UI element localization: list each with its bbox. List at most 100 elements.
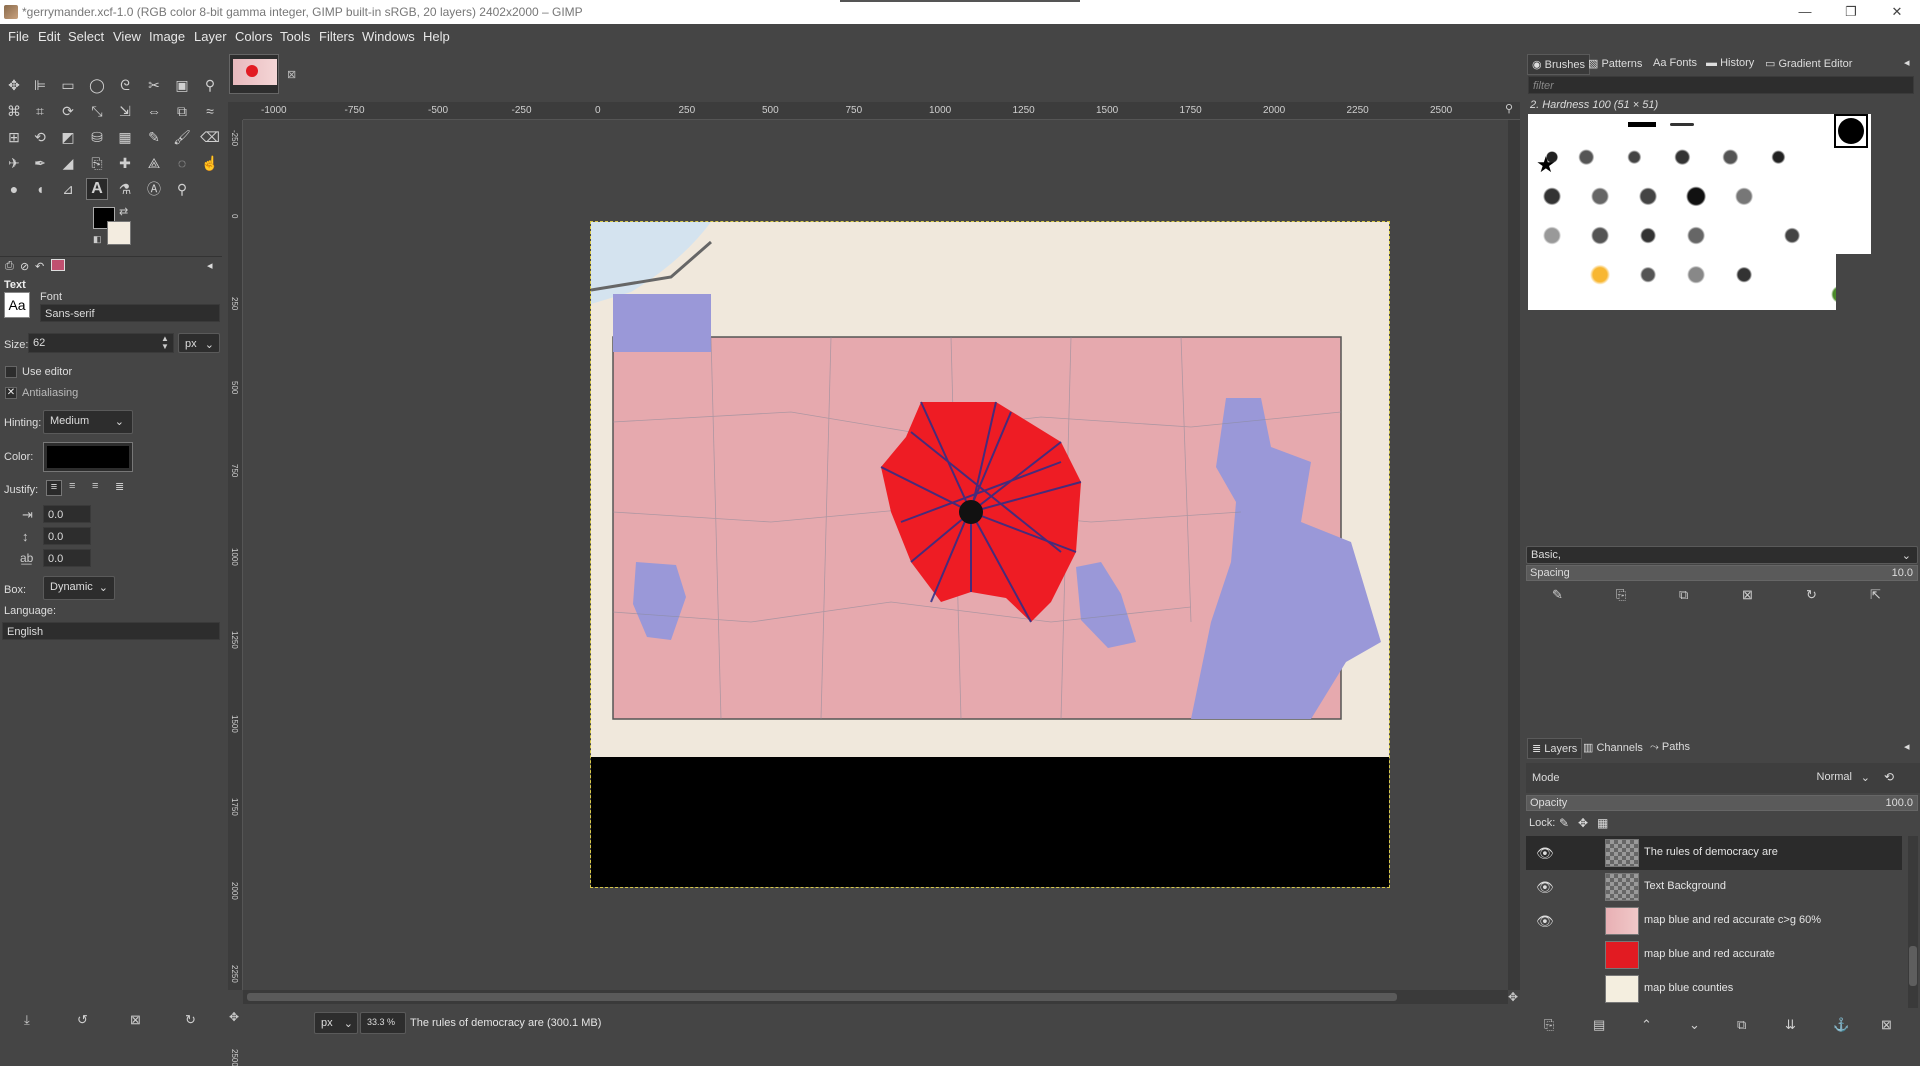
- antialiasing-checkbox[interactable]: ✕: [5, 387, 17, 399]
- text-tool-icon[interactable]: A: [86, 178, 108, 200]
- merge-layer-icon[interactable]: ⇊: [1785, 1017, 1796, 1033]
- layer-row[interactable]: map blue and red accurate: [1526, 938, 1902, 972]
- menu-colors[interactable]: Colors: [235, 29, 273, 44]
- menu-filters[interactable]: Filters: [319, 29, 354, 44]
- delete-options-icon[interactable]: ⊠: [130, 1012, 141, 1028]
- unified-transform-icon[interactable]: ⟲: [29, 126, 51, 148]
- opacity-slider[interactable]: Opacity 100.0: [1526, 795, 1918, 811]
- configure-dock-icon[interactable]: ◂: [1904, 56, 1910, 69]
- navigate-icon[interactable]: ✥: [229, 1010, 239, 1024]
- justify-left-icon[interactable]: ≡: [46, 480, 62, 496]
- zoom-lock-icon[interactable]: ⚲: [1505, 102, 1513, 115]
- scale-tool-icon[interactable]: ⤡: [86, 100, 108, 122]
- use-editor-checkbox[interactable]: [5, 366, 17, 378]
- justify-right-icon[interactable]: ≡: [69, 480, 75, 492]
- menu-select[interactable]: Select: [68, 29, 104, 44]
- new-layer-icon[interactable]: ⎘: [1544, 1017, 1554, 1033]
- tab-patterns[interactable]: ▧ Patterns: [1584, 54, 1646, 73]
- justify-center-icon[interactable]: ≡: [92, 480, 98, 492]
- ink-tool-icon[interactable]: ✒: [29, 152, 51, 174]
- delete-brush-icon[interactable]: ⊠: [1742, 587, 1753, 603]
- refresh-brushes-icon[interactable]: ↻: [1806, 587, 1817, 603]
- new-layer-group-icon[interactable]: ▤: [1593, 1017, 1605, 1033]
- scissors-select-icon[interactable]: ✂: [143, 74, 165, 96]
- indent-field[interactable]: 0.0: [43, 505, 91, 523]
- configure-tab-icon[interactable]: ◂: [207, 259, 213, 272]
- visibility-eye-icon[interactable]: 👁: [1536, 913, 1554, 930]
- tool-options-tab-icon[interactable]: ⎙: [5, 260, 14, 273]
- letter-spacing-field[interactable]: 0.0: [43, 549, 91, 567]
- bucket-fill-icon[interactable]: ⛁: [86, 126, 108, 148]
- image-canvas[interactable]: [590, 221, 1390, 888]
- menu-windows[interactable]: Windows: [362, 29, 415, 44]
- horizontal-scroll-thumb[interactable]: [247, 993, 1397, 1001]
- layer-row[interactable]: 👁 The rules of democracy are: [1526, 836, 1902, 870]
- vertical-scrollbar[interactable]: [1508, 120, 1520, 990]
- smudge-tool-icon[interactable]: ☝: [199, 152, 221, 174]
- layer-row[interactable]: map blue counties: [1526, 972, 1902, 1006]
- tab-history[interactable]: ▬ History: [1702, 54, 1758, 72]
- lock-pixels-icon[interactable]: ✎: [1559, 816, 1569, 830]
- lower-layer-icon[interactable]: ⌄: [1689, 1017, 1700, 1033]
- menu-file[interactable]: File: [8, 29, 29, 44]
- zoom-dropdown[interactable]: 33.3 %: [360, 1012, 406, 1034]
- menu-tools[interactable]: Tools: [280, 29, 310, 44]
- gradient-tool-icon[interactable]: ▦: [114, 126, 136, 148]
- perspective-tool-icon[interactable]: ◩: [57, 126, 79, 148]
- mode-switch-icon[interactable]: ⟲: [1884, 770, 1894, 784]
- cage-tool-icon[interactable]: ⧉: [171, 100, 193, 122]
- rect-select-icon[interactable]: ▭: [57, 74, 79, 96]
- layer-row[interactable]: 👁 Text Background: [1526, 870, 1902, 904]
- navigation-preview-icon[interactable]: ✥: [1508, 990, 1518, 1004]
- edit-brush-icon[interactable]: ✎: [1552, 587, 1563, 603]
- duplicate-brush-icon[interactable]: ⧉: [1679, 587, 1688, 603]
- box-dropdown[interactable]: Dynamic⌄: [43, 576, 115, 600]
- blur-tool-icon[interactable]: ◌: [171, 152, 193, 174]
- raise-layer-icon[interactable]: ⌃: [1641, 1017, 1652, 1033]
- move-tool-icon[interactable]: ✥: [3, 74, 25, 96]
- size-unit-dropdown[interactable]: px⌄: [178, 333, 220, 353]
- size-spinner-icon[interactable]: ▲▼: [161, 335, 169, 351]
- paths-tool-icon[interactable]: ⌘: [3, 100, 25, 122]
- horizontal-scrollbar[interactable]: [243, 990, 1508, 1004]
- hinting-dropdown[interactable]: Medium⌄: [43, 410, 133, 434]
- menu-help[interactable]: Help: [423, 29, 450, 44]
- selected-brush-cell[interactable]: [1834, 114, 1868, 148]
- size-field[interactable]: 62: [28, 333, 174, 353]
- tab-fonts[interactable]: Aa Fonts: [1649, 54, 1701, 72]
- airbrush-tool-icon[interactable]: ✈: [3, 152, 25, 174]
- visibility-eye-icon[interactable]: 👁: [1536, 879, 1554, 896]
- align-tool-icon[interactable]: ⊫: [29, 74, 51, 96]
- lock-alpha-icon[interactable]: ▦: [1597, 816, 1608, 830]
- brush-grid[interactable]: ★: [1528, 114, 1871, 310]
- unit-dropdown[interactable]: px⌄: [314, 1012, 358, 1034]
- swap-colors-icon[interactable]: ⇄: [119, 205, 128, 218]
- reset-options-icon[interactable]: ↻: [185, 1012, 196, 1028]
- flip-tool-icon[interactable]: ⇔: [143, 100, 165, 122]
- open-brush-icon[interactable]: ⇱: [1870, 587, 1881, 603]
- default-colors-icon[interactable]: ◧: [93, 234, 102, 245]
- save-options-icon[interactable]: ⤓: [24, 1012, 30, 1028]
- undo-history-tab-icon[interactable]: ↶: [35, 260, 44, 273]
- free-select-icon[interactable]: ᘓ: [114, 74, 136, 96]
- pencil-tool-icon[interactable]: ✎: [143, 126, 165, 148]
- zoom-tool-icon[interactable]: ⚲: [171, 178, 193, 200]
- new-brush-icon[interactable]: ⎘: [1616, 587, 1626, 603]
- lock-position-icon[interactable]: ✥: [1578, 816, 1588, 830]
- maximize-button[interactable]: ❐: [1828, 0, 1874, 24]
- configure-layers-icon[interactable]: ◂: [1904, 740, 1910, 753]
- text-color-button[interactable]: [43, 442, 133, 472]
- brush-preset-dropdown[interactable]: Basic,⌄: [1526, 546, 1918, 564]
- mode-dropdown[interactable]: Normal⌄: [1726, 767, 1876, 789]
- brush-filter-input[interactable]: filter: [1528, 76, 1914, 94]
- anchor-layer-icon[interactable]: ⚓: [1833, 1017, 1849, 1033]
- language-field[interactable]: English: [2, 622, 220, 640]
- tab-gradient-editor[interactable]: ▭ Gradient Editor: [1761, 54, 1856, 73]
- clone-tool-icon[interactable]: ⎘: [86, 152, 108, 174]
- fuzzy-select-icon[interactable]: ⚲: [199, 74, 221, 96]
- font-preview-button[interactable]: Aa: [4, 292, 30, 318]
- visibility-eye-icon[interactable]: 👁: [1536, 845, 1554, 862]
- line-spacing-field[interactable]: 0.0: [43, 527, 91, 545]
- close-button[interactable]: ✕: [1874, 0, 1920, 24]
- minimize-button[interactable]: —: [1782, 0, 1828, 24]
